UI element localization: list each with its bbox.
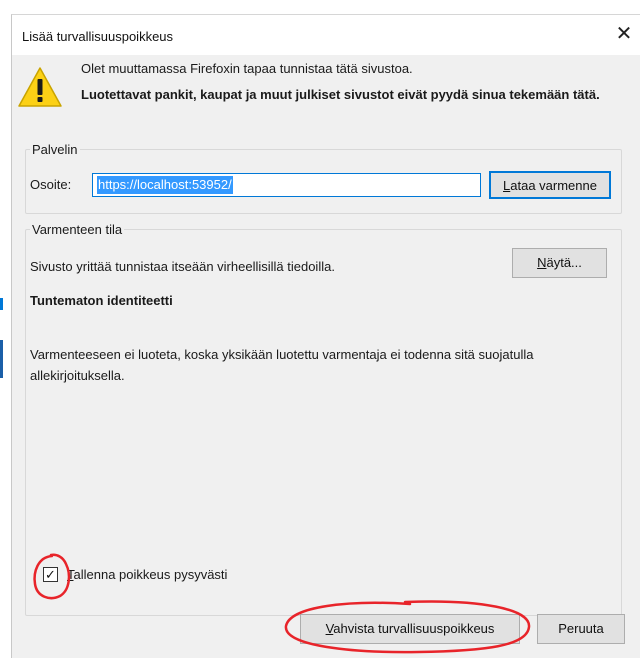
address-input[interactable]: https://localhost:53952/: [92, 173, 481, 197]
server-legend: Palvelin: [32, 142, 78, 157]
identity-explanation: Varmenteeseen ei luoteta, koska yksikään…: [30, 347, 534, 383]
close-button[interactable]: ✕: [611, 21, 637, 47]
background-accent: [0, 340, 3, 378]
warning-message: Olet muuttamassa Firefoxin tapaa tunnist…: [81, 61, 413, 76]
background-accent: [0, 298, 3, 310]
checkbox-label-text: allenna poikkeus pysyvästi: [73, 567, 228, 582]
status-message: Sivusto yrittää tunnistaa itseään virhee…: [30, 259, 335, 274]
title-bar: Lisää turvallisuuspoikkeus ✕: [12, 15, 640, 55]
warning-emphasis-message: Luotettavat pankit, kaupat ja muut julki…: [81, 87, 600, 102]
certificate-status-group: Varmenteen tila: [25, 222, 622, 616]
confirm-button-label: ahvista turvallisuuspoikkeus: [333, 621, 495, 636]
unknown-identity-heading: Tuntematon identiteetti: [30, 293, 173, 308]
load-certificate-button[interactable]: Lataa varmenne: [489, 171, 611, 199]
cancel-button[interactable]: Peruuta: [537, 614, 625, 644]
store-permanently-label[interactable]: Tallenna poikkeus pysyvästi: [67, 567, 227, 582]
address-label: Osoite:: [30, 177, 72, 192]
address-value: https://localhost:53952/: [97, 176, 233, 194]
confirm-exception-button[interactable]: Vahvista turvallisuuspoikkeus: [300, 614, 520, 644]
certificate-status-legend: Varmenteen tila: [32, 222, 123, 237]
view-certificate-button[interactable]: Näytä...: [512, 248, 607, 278]
store-permanently-checkbox[interactable]: ✓: [43, 567, 58, 582]
dialog-title: Lisää turvallisuuspoikkeus: [22, 29, 174, 44]
load-button-label: ataa varmenne: [510, 178, 597, 193]
view-button-label: äytä...: [546, 255, 582, 270]
warning-triangle-icon: [18, 67, 62, 107]
